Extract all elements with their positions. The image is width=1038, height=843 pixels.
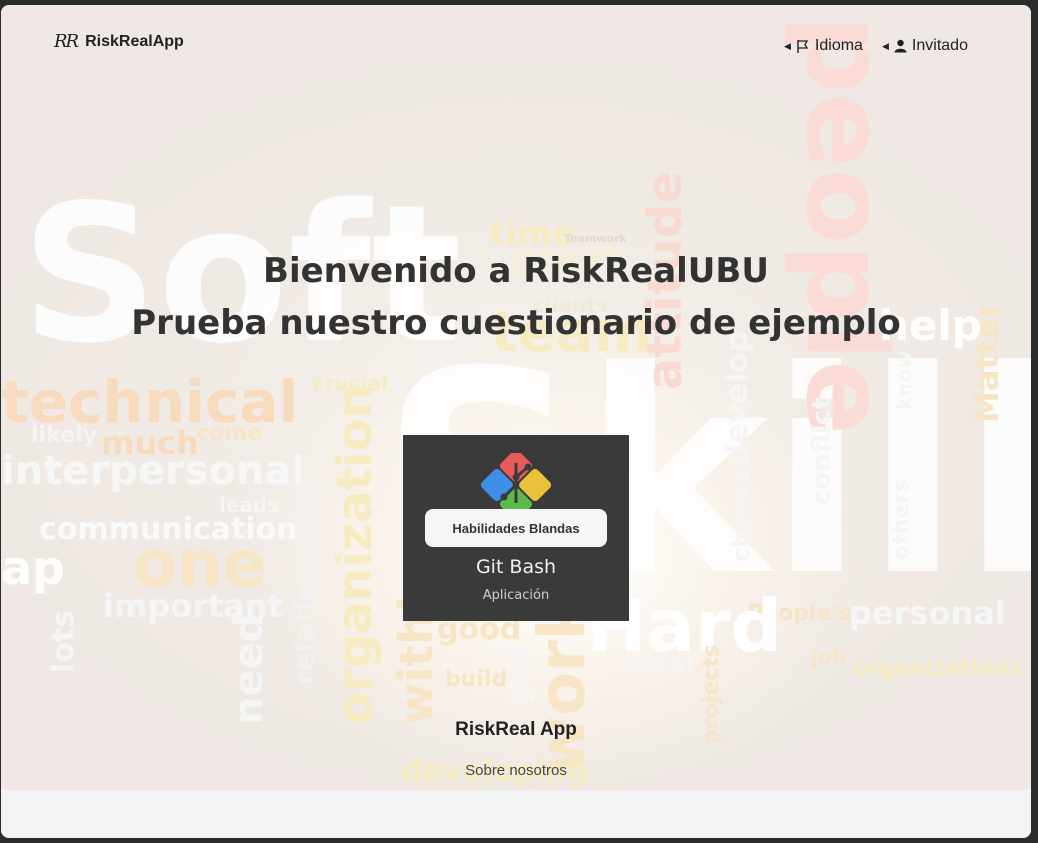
app-type: Aplicación xyxy=(482,588,550,603)
app-name: Git Bash xyxy=(475,556,557,578)
brand-name: RiskRealApp xyxy=(85,32,184,50)
user-dropdown[interactable]: ◀ Invitado xyxy=(882,37,968,55)
top-navbar: RR RiskRealApp ◀ Idioma ◀ Invitado xyxy=(1,5,1031,80)
hero-background: Soft Skills people technical interperson… xyxy=(1,5,1031,790)
flag-icon xyxy=(797,39,809,53)
user-icon xyxy=(894,39,907,53)
language-label: Idioma xyxy=(814,37,863,54)
git-bash-logo-icon xyxy=(480,453,552,513)
bottom-bar xyxy=(1,790,1031,838)
caret-left-icon: ◀ xyxy=(784,40,791,51)
quiz-card[interactable]: Habilidades Blandas Git Bash Aplicación xyxy=(403,435,629,621)
page-title: Bienvenido a RiskRealUBU xyxy=(263,251,769,291)
about-link[interactable]: Sobre nosotros xyxy=(1,762,1031,779)
category-badge: Habilidades Blandas xyxy=(425,509,607,547)
footer-title: RiskReal App xyxy=(455,719,577,740)
caret-left-icon: ◀ xyxy=(882,40,889,51)
browser-window: Soft Skills people technical interperson… xyxy=(1,5,1031,838)
page-subtitle: Prueba nuestro cuestionario de ejemplo xyxy=(131,303,901,343)
user-label: Invitado xyxy=(911,37,968,54)
language-dropdown[interactable]: ◀ Idioma xyxy=(784,37,863,55)
brand-logo-icon: RR xyxy=(54,31,79,52)
background-veil xyxy=(1,5,1031,790)
brand-link[interactable]: RR RiskRealApp xyxy=(54,31,184,52)
